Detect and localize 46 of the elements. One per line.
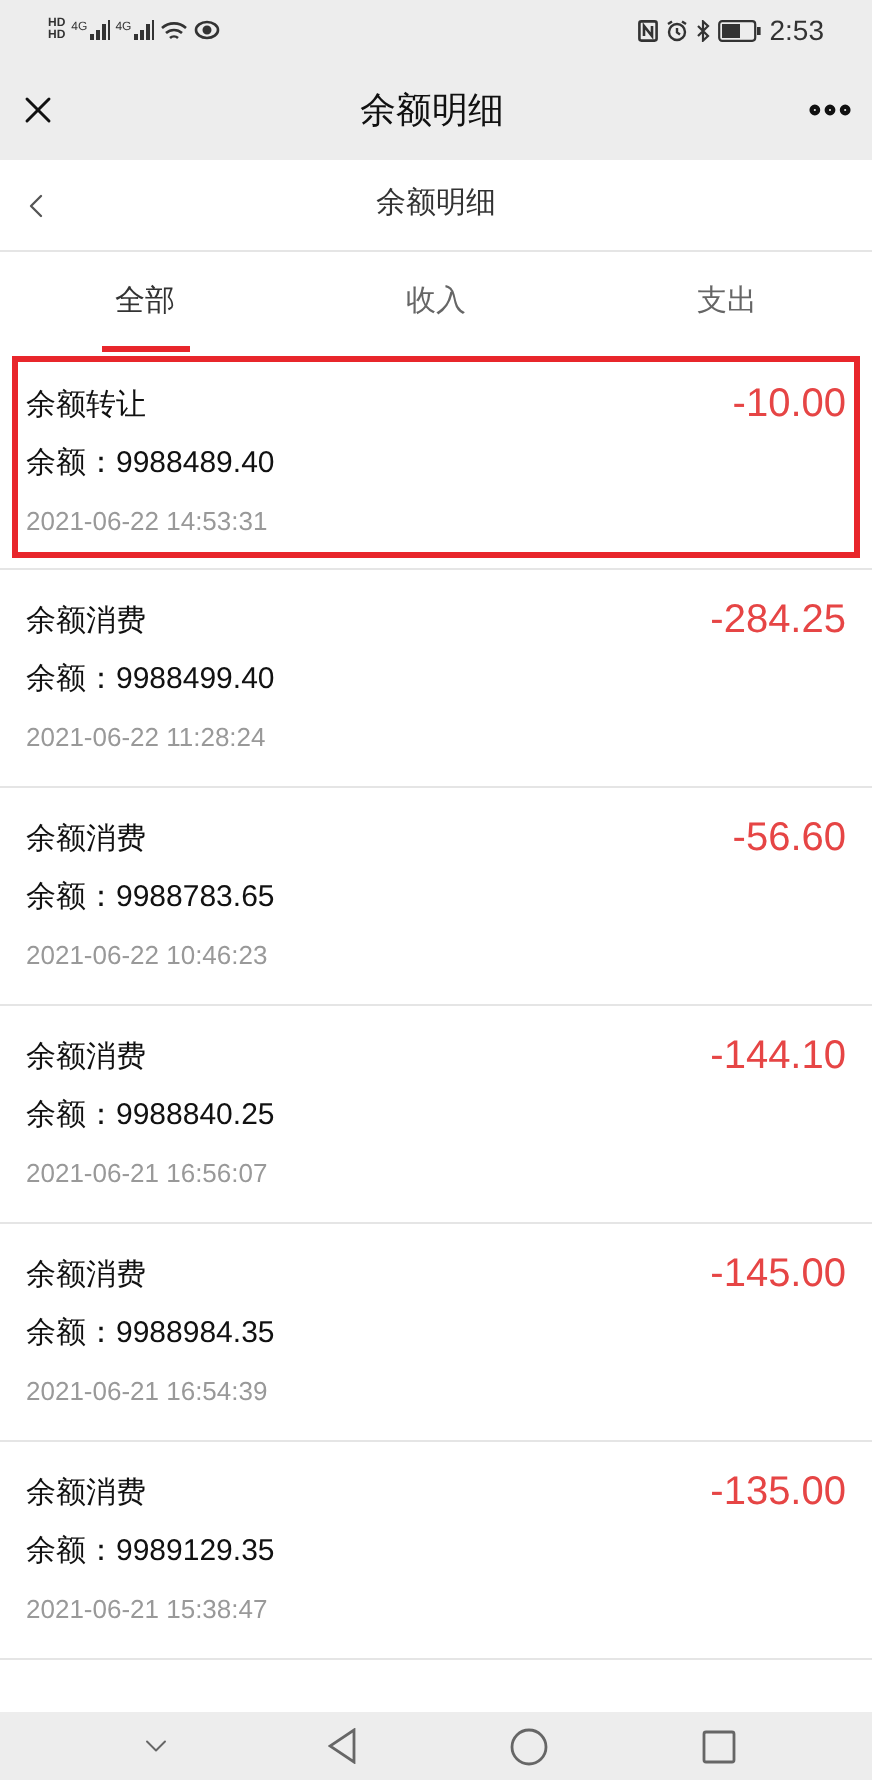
record-row[interactable]: 余额消费 -56.60 余额：9988783.65 2021-06-22 10:46:23 [0,788,872,1004]
bluetooth-icon [695,19,710,41]
eye-icon [193,20,220,40]
clock-time: 2:53 [769,11,824,49]
record-row[interactable]: 余额消费 -145.00 余额：9988984.35 2021-06-21 16:54:39 [0,1224,872,1440]
home-circle-icon[interactable] [509,1727,547,1765]
nfc-icon [637,19,658,41]
battery-icon [717,19,762,41]
signal-icon [133,20,154,40]
recents-square-icon[interactable] [701,1729,735,1763]
filter-tab[interactable]: 支出 [684,252,769,352]
balance-text: 余额：9988984.35 [26,1316,275,1350]
app-bar-title: 余额明细 [360,87,504,133]
record-title: 余额转让 [26,386,146,426]
alarm-icon [665,19,688,41]
record-row[interactable]: 余额消费 -144.10 余额：9988840.25 2021-06-21 16:56:07 [0,1006,872,1222]
record-time: 2021-06-22 10:46:23 [26,940,268,970]
balance-text: 余额：9988840.25 [26,1098,275,1132]
record-time: 2021-06-21 15:38:47 [26,1594,268,1624]
record-amount: -284.25 [710,596,846,646]
record-time: 2021-06-21 16:56:07 [26,1158,268,1188]
balance-text: 余额：9988489.40 [26,446,275,480]
record-row[interactable]: 余额消费 -284.25 余额：9988499.40 2021-06-22 11:28:24 [0,570,872,786]
record-time: 2021-06-21 16:54:39 [26,1376,268,1406]
record-title: 余额消费 [26,602,146,642]
page-title: 余额明细 [376,184,496,225]
record-amount: -144.10 [710,1032,846,1082]
record-amount: -56.60 [732,814,846,864]
highlighted-record[interactable]: 余额转让 -10.00 余额：9988489.40 2021-06-22 14:53:31 [12,356,860,558]
balance-text: 余额：9988499.40 [26,662,275,696]
record-time: 2021-06-22 14:53:31 [26,506,268,536]
record-time: 2021-06-22 11:28:24 [26,722,266,752]
record-amount: -135.00 [710,1468,846,1518]
record-title: 余额消费 [26,1474,146,1514]
back-triangle-icon[interactable] [327,1728,355,1764]
record-row[interactable]: 余额消费 -135.00 余额：9989129.35 2021-06-21 15:38:47 [0,1442,872,1658]
record-title: 余额消费 [26,1256,146,1296]
signal-icon [89,20,110,40]
record-title: 余额消费 [26,820,146,860]
balance-text: 余额：9989129.35 [26,1534,275,1568]
wifi-icon [159,19,188,41]
record-title: 余额消费 [26,1038,146,1078]
record-amount: -10.00 [732,380,846,430]
balance-text: 余额：9988783.65 [26,880,275,914]
record-amount: -145.00 [710,1250,846,1300]
filter-tab[interactable]: 收入 [393,252,478,352]
